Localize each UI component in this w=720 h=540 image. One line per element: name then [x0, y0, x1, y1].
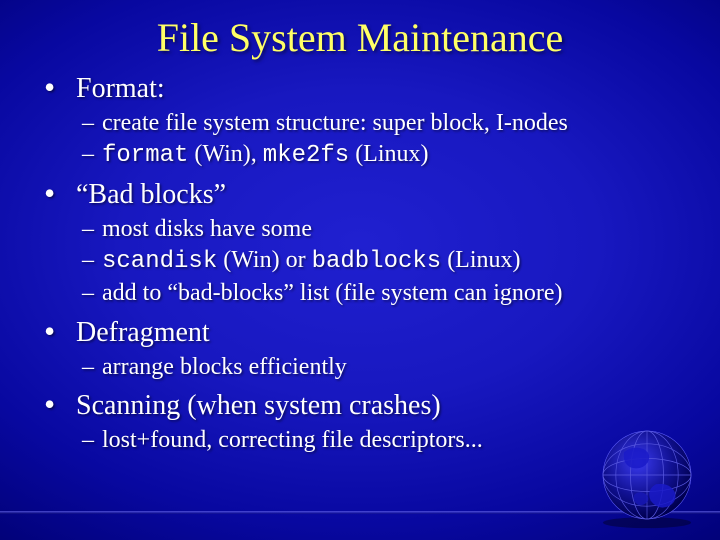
- text: (Win) or: [217, 247, 311, 273]
- sub-item: scandisk (Win) or badblocks (Linux): [102, 245, 690, 278]
- text: (Linux): [441, 247, 520, 273]
- sub-list: arrange blocks efficiently: [76, 352, 690, 383]
- slide: File System Maintenance Format: create f…: [0, 0, 720, 540]
- code-text: scandisk: [102, 248, 217, 275]
- sub-list: most disks have some scandisk (Win) or b…: [76, 214, 690, 308]
- slide-title: File System Maintenance: [0, 0, 720, 61]
- bullet-format: Format: create file system structure: su…: [56, 71, 690, 171]
- sub-item: format (Win), mke2fs (Linux): [102, 139, 690, 172]
- sub-list: create file system structure: super bloc…: [76, 108, 690, 171]
- sub-item: add to “bad-blocks” list (file system ca…: [102, 278, 690, 309]
- sub-item: most disks have some: [102, 214, 690, 245]
- bullet-list: Format: create file system structure: su…: [0, 71, 720, 456]
- globe-icon: [592, 420, 702, 530]
- text: (Linux): [349, 141, 428, 167]
- code-text: format: [102, 142, 188, 169]
- sub-item: create file system structure: super bloc…: [102, 108, 690, 139]
- code-text: badblocks: [312, 248, 442, 275]
- sub-item: arrange blocks efficiently: [102, 352, 690, 383]
- bullet-bad-blocks: “Bad blocks” most disks have some scandi…: [56, 177, 690, 308]
- bullet-label: “Bad blocks”: [76, 179, 226, 210]
- code-text: mke2fs: [263, 142, 349, 169]
- bullet-label: Format:: [76, 73, 165, 104]
- text: (Win),: [188, 141, 262, 167]
- bullet-label: Defragment: [76, 317, 210, 348]
- bullet-defragment: Defragment arrange blocks efficiently: [56, 315, 690, 383]
- bullet-label: Scanning (when system crashes): [76, 390, 441, 421]
